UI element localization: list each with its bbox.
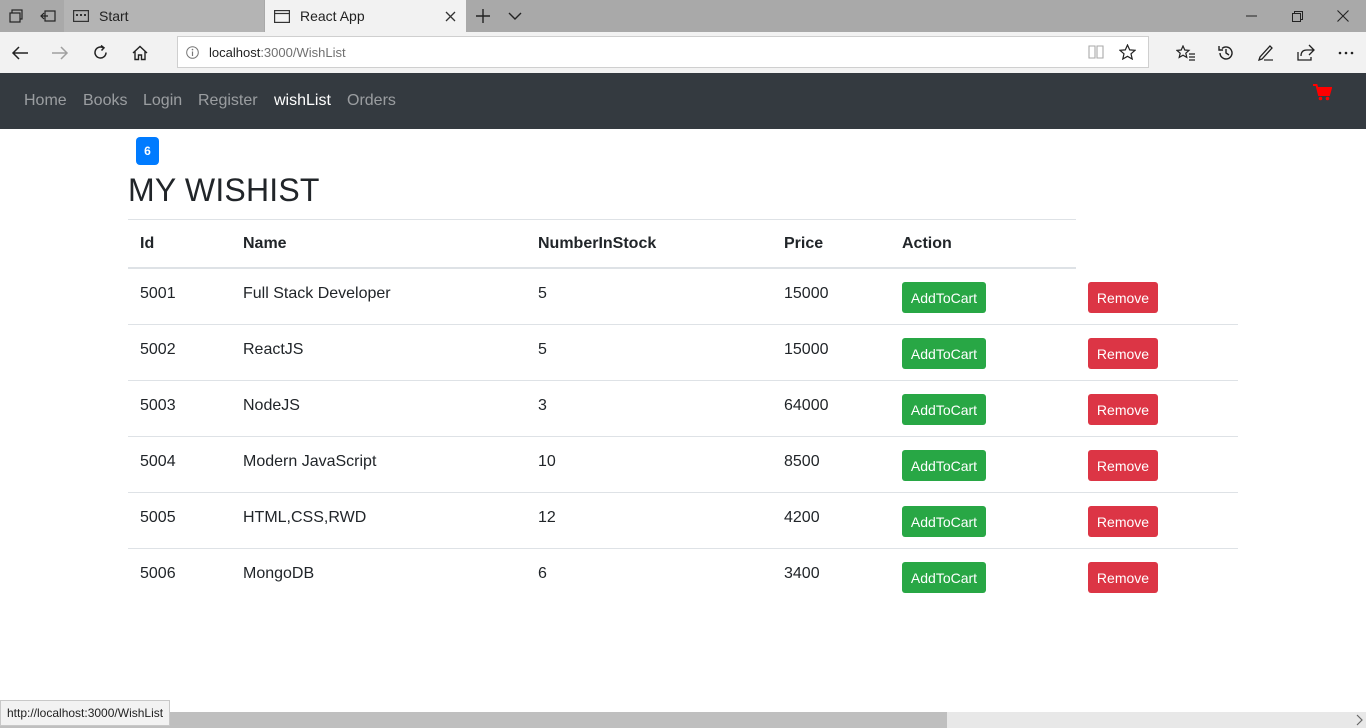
browser-tab-bar: Start React App (0, 0, 1366, 32)
add-to-cart-button[interactable]: AddToCart (902, 506, 986, 537)
favorites-icon[interactable] (1166, 32, 1206, 73)
close-window-icon[interactable] (1320, 0, 1366, 32)
column-header-price: Price (784, 235, 824, 252)
cell-id: 5001 (140, 285, 176, 302)
wishlist-count-badge: 6 (136, 137, 159, 165)
page-icon (274, 9, 290, 23)
back-icon[interactable] (0, 32, 40, 73)
tab-actions-icon[interactable] (0, 0, 32, 32)
cart-icon[interactable] (1313, 84, 1332, 101)
cell-name: Full Stack Developer (243, 285, 391, 302)
cell-name: Modern JavaScript (243, 453, 377, 470)
nav-home[interactable]: Home (24, 92, 67, 110)
tab-start[interactable]: Start (64, 0, 264, 32)
cell-stock: 5 (538, 341, 547, 358)
tab-label: Start (99, 8, 129, 24)
close-tab-icon[interactable] (442, 8, 458, 24)
restore-icon[interactable] (1274, 0, 1320, 32)
table-row: 5001 Full Stack Developer 5 15000 AddToC… (128, 269, 1238, 325)
cell-stock: 6 (538, 565, 547, 582)
cell-id: 5002 (140, 341, 176, 358)
cell-price: 64000 (784, 397, 829, 414)
cell-name: NodeJS (243, 397, 300, 414)
column-header-action: Action (902, 235, 952, 252)
page-title: MY WISHIST (128, 172, 320, 208)
tab-label: React App (300, 8, 365, 24)
cell-price: 15000 (784, 285, 829, 302)
more-icon[interactable] (1326, 32, 1366, 73)
nav-wishlist[interactable]: wishList (274, 92, 331, 110)
remove-button[interactable]: Remove (1088, 338, 1158, 369)
browser-address-bar: localhost:3000/WishList (0, 32, 1366, 73)
home-icon[interactable] (120, 32, 160, 73)
new-tab-icon[interactable] (470, 4, 496, 28)
table-row: 5004 Modern JavaScript 10 8500 AddToCart… (128, 437, 1238, 493)
horizontal-scrollbar[interactable] (0, 712, 1366, 728)
nav-orders[interactable]: Orders (347, 92, 396, 110)
cell-stock: 3 (538, 397, 547, 414)
start-page-icon (73, 10, 89, 22)
reading-view-icon[interactable] (1088, 45, 1104, 59)
cell-name: MongoDB (243, 565, 315, 582)
remove-button[interactable]: Remove (1088, 562, 1158, 593)
cell-id: 5003 (140, 397, 176, 414)
forward-icon[interactable] (40, 32, 80, 73)
share-icon[interactable] (1286, 32, 1326, 73)
cell-price: 3400 (784, 565, 820, 582)
column-header-stock: NumberInStock (538, 235, 657, 252)
address-input[interactable]: localhost:3000/WishList (177, 36, 1149, 68)
cell-stock: 12 (538, 509, 556, 526)
cell-id: 5005 (140, 509, 176, 526)
refresh-icon[interactable] (80, 32, 120, 73)
column-header-id: Id (140, 235, 155, 252)
cell-price: 15000 (784, 341, 829, 358)
tab-react-app[interactable]: React App (265, 0, 466, 32)
cell-name: ReactJS (243, 341, 304, 358)
add-to-cart-button[interactable]: AddToCart (902, 450, 986, 481)
remove-button[interactable]: Remove (1088, 506, 1158, 537)
table-header-top-border (128, 219, 1076, 220)
cell-id: 5004 (140, 453, 176, 470)
info-icon[interactable] (186, 45, 199, 59)
minimize-icon[interactable] (1228, 0, 1274, 32)
history-icon[interactable] (1206, 32, 1246, 73)
app-navbar: Home Books Login Register wishList Order… (0, 73, 1366, 129)
table-row: 5005 HTML,CSS,RWD 12 4200 AddToCart Remo… (128, 493, 1238, 549)
url-text: localhost:3000/WishList (209, 45, 346, 60)
url-path: :3000/WishList (260, 44, 346, 60)
cell-stock: 5 (538, 285, 547, 302)
favorite-star-icon[interactable] (1119, 44, 1136, 60)
cell-id: 5006 (140, 565, 176, 582)
nav-register[interactable]: Register (198, 92, 258, 110)
table-row: 5003 NodeJS 3 64000 AddToCart Remove (128, 381, 1238, 437)
chevron-down-icon[interactable] (502, 4, 528, 28)
table-row: 5002 ReactJS 5 15000 AddToCart Remove (128, 325, 1238, 381)
cell-name: HTML,CSS,RWD (243, 509, 367, 526)
add-to-cart-button[interactable]: AddToCart (902, 562, 986, 593)
cell-price: 8500 (784, 453, 820, 470)
nav-login[interactable]: Login (143, 92, 182, 110)
add-to-cart-button[interactable]: AddToCart (902, 282, 986, 313)
remove-button[interactable]: Remove (1088, 450, 1158, 481)
add-to-cart-button[interactable]: AddToCart (902, 394, 986, 425)
cell-stock: 10 (538, 453, 556, 470)
table-row: 5006 MongoDB 6 3400 AddToCart Remove (128, 549, 1238, 605)
add-to-cart-button[interactable]: AddToCart (902, 338, 986, 369)
remove-button[interactable]: Remove (1088, 394, 1158, 425)
nav-books[interactable]: Books (83, 92, 127, 110)
pen-icon[interactable] (1246, 32, 1286, 73)
column-header-name: Name (243, 235, 287, 252)
chevron-right-icon[interactable] (1356, 714, 1364, 726)
remove-button[interactable]: Remove (1088, 282, 1158, 313)
status-url: http://localhost:3000/WishList (0, 700, 171, 726)
url-host: localhost (209, 44, 261, 60)
cell-price: 4200 (784, 509, 820, 526)
set-aside-tabs-icon[interactable] (32, 0, 64, 32)
